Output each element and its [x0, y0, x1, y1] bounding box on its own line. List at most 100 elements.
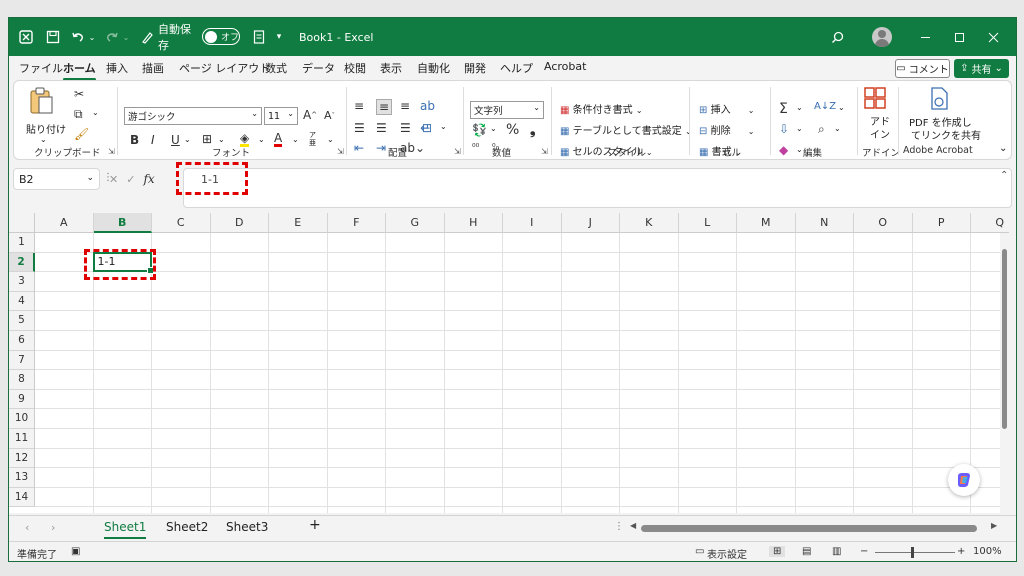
user-avatar[interactable]: [872, 27, 892, 47]
find-dropdown-icon[interactable]: ⌄: [834, 124, 841, 133]
tab-help[interactable]: ヘルプ: [500, 60, 533, 76]
sheet-tab-3[interactable]: Sheet3: [226, 520, 268, 534]
create-pdf-button[interactable]: [928, 87, 950, 114]
clear-icon[interactable]: ◆: [779, 143, 788, 157]
borders-dropdown-icon[interactable]: ⌄: [218, 135, 225, 144]
row-header-8[interactable]: 8: [9, 370, 35, 390]
excel-logo-icon[interactable]: [15, 18, 37, 56]
column-header-q[interactable]: Q: [971, 213, 1009, 233]
maximize-icon[interactable]: [949, 18, 969, 56]
zoom-level[interactable]: 100%: [973, 546, 1002, 557]
row-header-12[interactable]: 12: [9, 448, 35, 469]
enter-icon[interactable]: ✓: [126, 173, 135, 186]
clipboard-launcher-icon[interactable]: ⇲: [108, 147, 115, 156]
row-header-13[interactable]: 13: [9, 468, 35, 488]
font-color-dropdown-icon[interactable]: ⌄: [292, 135, 299, 144]
copy-dropdown-icon[interactable]: ⌄: [92, 108, 99, 117]
decrease-indent-icon[interactable]: ⇤: [354, 141, 364, 155]
zoom-slider-track[interactable]: [875, 552, 955, 553]
copilot-button[interactable]: [948, 464, 980, 496]
row-header-7[interactable]: 7: [9, 350, 35, 371]
italic-icon[interactable]: I: [151, 133, 155, 147]
paste-dropdown-icon[interactable]: ⌄: [40, 135, 47, 144]
undo-icon[interactable]: [67, 18, 89, 56]
percent-icon[interactable]: %: [506, 122, 519, 138]
alignment-launcher-icon[interactable]: ⇲: [454, 147, 461, 156]
tab-formulas[interactable]: 数式: [265, 60, 287, 76]
sort-dropdown-icon[interactable]: ⌄: [838, 103, 845, 112]
column-header-o[interactable]: O: [854, 213, 913, 233]
column-header-f[interactable]: F: [327, 213, 386, 233]
prev-sheet-icon[interactable]: ‹: [25, 521, 29, 534]
align-middle-icon[interactable]: ≡: [376, 99, 393, 115]
tab-automate[interactable]: 自動化: [417, 60, 450, 76]
row-header-11[interactable]: 11: [9, 429, 35, 449]
tab-review[interactable]: 校閲: [344, 60, 366, 76]
column-header-g[interactable]: G: [386, 213, 445, 233]
undo-dropdown-icon[interactable]: ⌄: [87, 18, 97, 56]
search-icon[interactable]: [827, 18, 847, 56]
column-header-l[interactable]: L: [678, 213, 737, 233]
file-icon[interactable]: [249, 18, 269, 56]
borders-icon[interactable]: ⊞: [202, 132, 212, 146]
bold-icon[interactable]: B: [130, 133, 139, 147]
column-header-i[interactable]: I: [503, 213, 562, 233]
align-center-icon[interactable]: ☰: [376, 121, 387, 135]
cancel-icon[interactable]: ✕: [109, 173, 118, 186]
align-top-icon[interactable]: ≡: [354, 99, 364, 113]
row-header-9[interactable]: 9: [9, 389, 35, 410]
column-header-k[interactable]: K: [620, 213, 679, 233]
font-size-combo[interactable]: 11 ⌄: [264, 107, 298, 125]
align-bottom-icon[interactable]: ≡: [400, 99, 410, 113]
tab-view[interactable]: 表示: [380, 60, 402, 76]
comma-icon[interactable]: ❟: [530, 122, 536, 138]
merge-center-icon[interactable]: ⊟: [422, 121, 432, 135]
conditional-formatting-button[interactable]: ▦ 条件付き書式 ⌄: [560, 101, 643, 116]
share-button[interactable]: ⇪ 共有 ⌄: [954, 59, 1009, 78]
fill-icon[interactable]: ⇩: [779, 122, 789, 136]
font-color-icon[interactable]: A: [274, 132, 283, 147]
autosum-dropdown-icon[interactable]: ⌄: [796, 103, 803, 112]
paste-button[interactable]: [28, 87, 54, 118]
page-layout-view-icon[interactable]: ▤: [802, 546, 811, 557]
next-sheet-icon[interactable]: ›: [51, 521, 55, 534]
number-format-combo[interactable]: 文字列 ⌄: [470, 101, 544, 119]
sheet-tab-1[interactable]: Sheet1: [104, 520, 147, 539]
row-header-5[interactable]: 5: [9, 311, 35, 331]
insert-function-icon[interactable]: fx: [143, 172, 154, 186]
tab-home[interactable]: ホーム: [63, 60, 96, 81]
clear-dropdown-icon[interactable]: ⌄: [796, 145, 803, 154]
column-header-d[interactable]: D: [210, 213, 269, 233]
row-header-6[interactable]: 6: [9, 331, 35, 351]
tab-acrobat[interactable]: Acrobat: [544, 60, 586, 73]
close-icon[interactable]: [983, 18, 1003, 56]
vertical-scrollbar[interactable]: [1000, 233, 1009, 513]
zoom-slider-thumb[interactable]: [911, 547, 914, 558]
increase-font-icon[interactable]: A ^: [303, 108, 317, 122]
autosum-icon[interactable]: Σ: [779, 101, 788, 117]
increase-indent-icon[interactable]: ⇥: [376, 141, 386, 155]
normal-view-icon[interactable]: ⊞: [769, 546, 786, 557]
row-header-4[interactable]: 4: [9, 291, 35, 312]
row-header-3[interactable]: 3: [9, 272, 35, 292]
sheet-tab-2[interactable]: Sheet2: [166, 520, 208, 534]
fill-dropdown-icon[interactable]: ⌄: [258, 135, 265, 144]
scroll-right-icon[interactable]: ▶: [991, 521, 997, 530]
phonetic-dropdown-icon[interactable]: ⌄: [327, 135, 334, 144]
align-right-icon[interactable]: ☰: [400, 121, 411, 135]
worksheet-grid[interactable]: A B C D E F G H I J K L M N O P Q 1 2 3 4 5 6 7 8 9 10 11 12 13 14 1-1: [9, 213, 1009, 513]
row-header-2[interactable]: 2: [9, 252, 35, 273]
cut-icon[interactable]: ✂: [74, 87, 84, 101]
column-header-j[interactable]: J: [561, 213, 620, 233]
draw-icon[interactable]: [138, 18, 158, 56]
sort-filter-icon[interactable]: A↓Z: [814, 101, 836, 112]
column-header-n[interactable]: N: [795, 213, 854, 233]
zoom-in-icon[interactable]: +: [957, 546, 965, 557]
column-header-a[interactable]: A: [35, 213, 94, 233]
find-select-icon[interactable]: ⌕: [818, 122, 825, 137]
tab-insert[interactable]: 挿入: [106, 60, 128, 76]
underline-icon[interactable]: U: [171, 133, 180, 147]
decrease-font-icon[interactable]: Aˇ: [324, 109, 335, 122]
font-launcher-icon[interactable]: ⇲: [337, 147, 344, 156]
tab-draw[interactable]: 描画: [142, 60, 164, 76]
